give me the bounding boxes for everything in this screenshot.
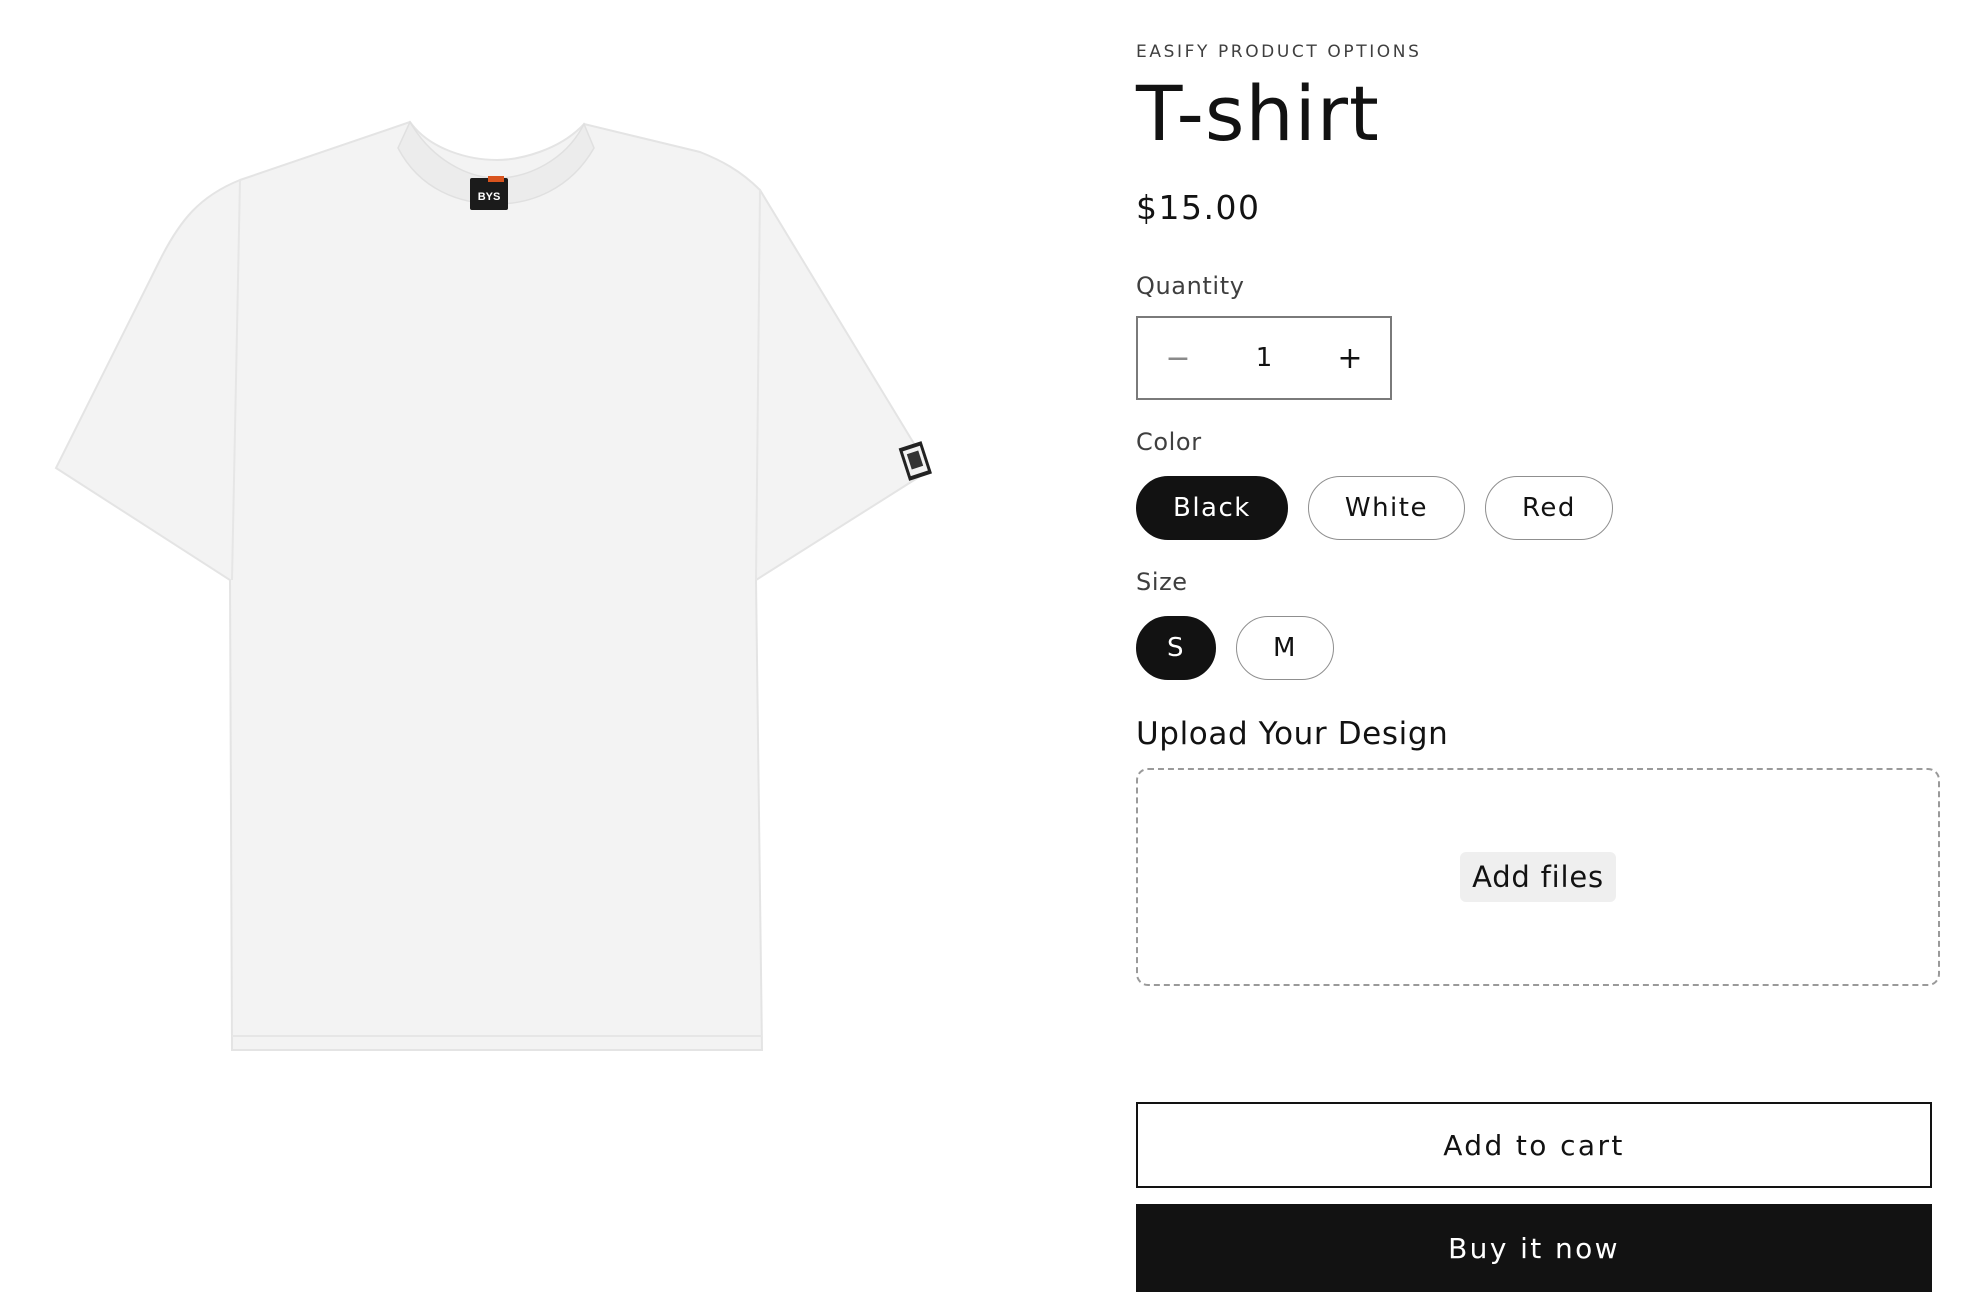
size-label: Size	[1136, 568, 1188, 596]
add-to-cart-button[interactable]: Add to cart	[1136, 1102, 1932, 1188]
quantity-stepper: − 1 +	[1136, 316, 1392, 400]
quantity-decrement-button[interactable]: −	[1138, 318, 1218, 398]
color-options: Black White Red	[1136, 476, 1613, 540]
color-option-red[interactable]: Red	[1484, 476, 1613, 540]
product-price: $15.00	[1136, 188, 1261, 227]
size-option-s[interactable]: S	[1136, 616, 1217, 680]
upload-dropzone[interactable]: Add files	[1136, 768, 1940, 986]
size-option-m[interactable]: M	[1236, 616, 1334, 680]
size-options: S M	[1136, 616, 1334, 680]
quantity-input[interactable]: 1	[1218, 343, 1310, 373]
buy-now-button[interactable]: Buy it now	[1136, 1204, 1932, 1292]
color-option-black[interactable]: Black	[1136, 476, 1288, 540]
quantity-increment-button[interactable]: +	[1310, 318, 1390, 398]
color-option-white[interactable]: White	[1307, 476, 1465, 540]
upload-title: Upload Your Design	[1136, 716, 1449, 752]
add-files-button[interactable]: Add files	[1460, 852, 1616, 902]
product-info: EASIFY PRODUCT OPTIONS T-shirt $15.00 Qu…	[1136, 40, 1946, 1292]
color-label: Color	[1136, 428, 1202, 456]
neck-tag-text: BYS	[478, 191, 501, 203]
quantity-label: Quantity	[1136, 272, 1245, 300]
product-gallery: BYS	[0, 0, 1040, 1180]
product-title: T-shirt	[1136, 69, 1380, 158]
product-image-tshirt: BYS	[54, 120, 932, 1051]
product-vendor: EASIFY PRODUCT OPTIONS	[1136, 42, 1422, 62]
